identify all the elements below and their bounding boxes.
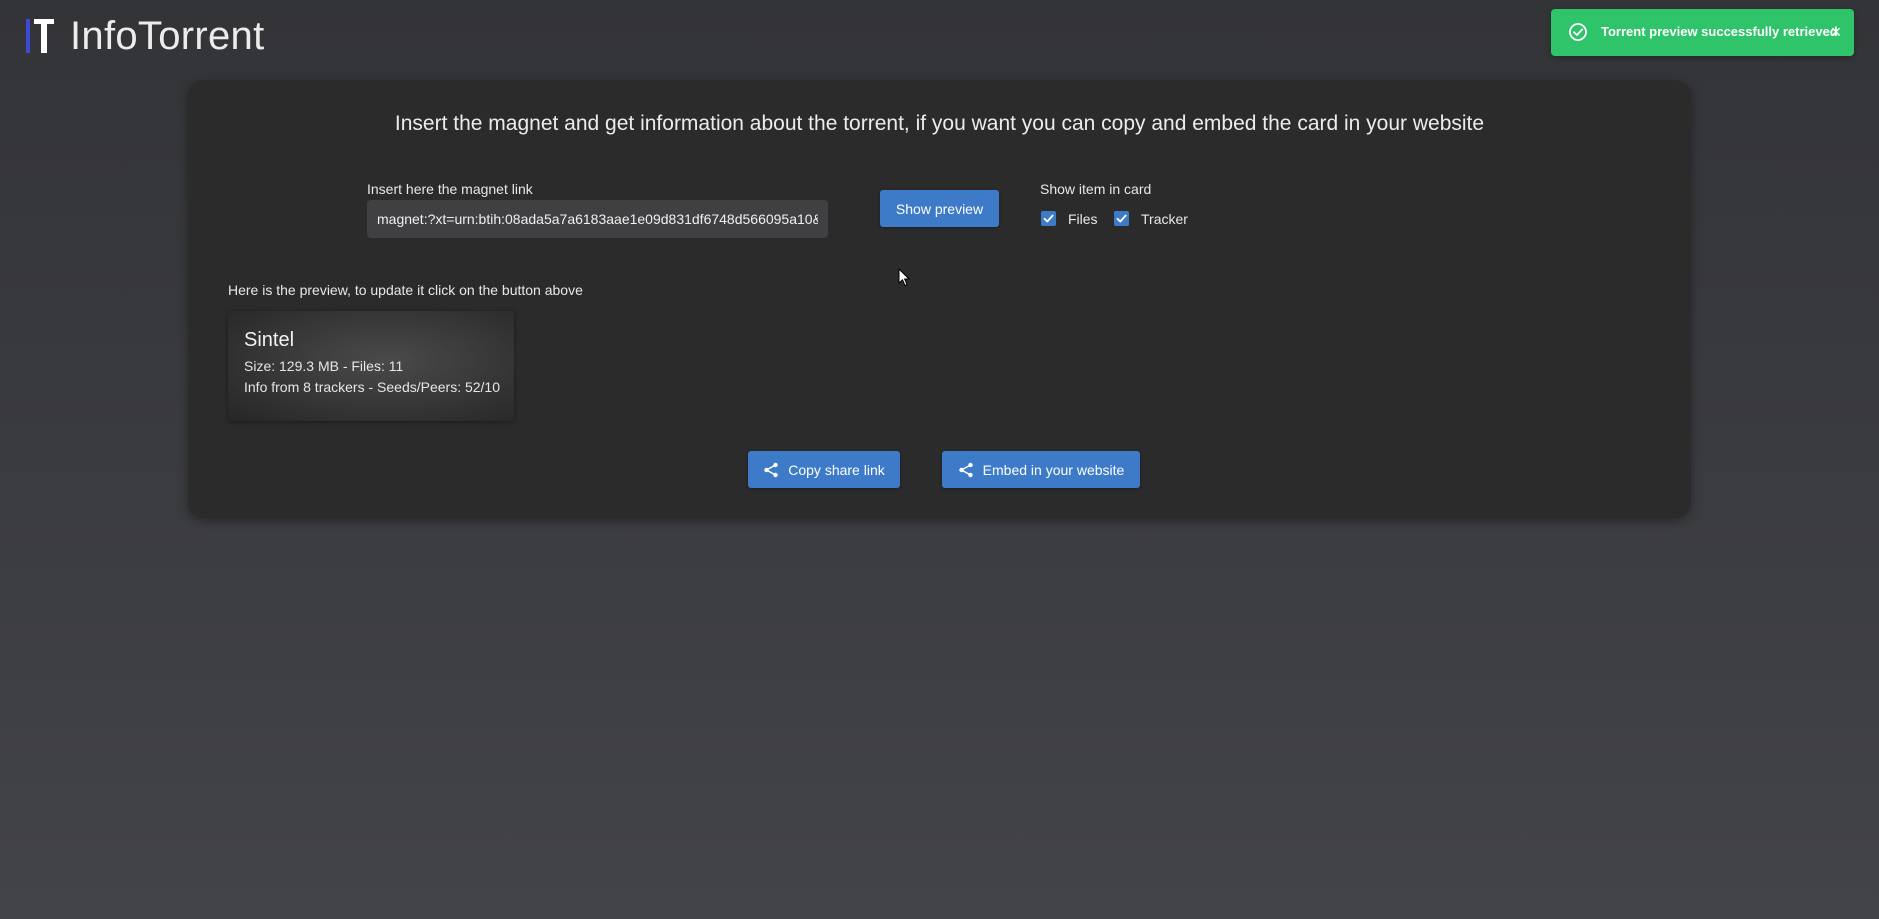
logo-mark-icon bbox=[26, 17, 54, 55]
mouse-cursor-icon bbox=[898, 268, 910, 287]
embed-website-button[interactable]: Embed in your website bbox=[942, 451, 1140, 488]
torrent-title: Sintel bbox=[244, 329, 295, 351]
preview-label: Here is the preview, to update it click … bbox=[228, 282, 583, 298]
page-headline: Insert the magnet and get information ab… bbox=[394, 112, 1485, 135]
app-logo[interactable]: InfoTorrent bbox=[26, 13, 265, 58]
embed-website-label: Embed in your website bbox=[982, 461, 1125, 478]
copy-share-link-button[interactable]: Copy share link bbox=[748, 451, 900, 488]
checkmark-icon bbox=[1043, 214, 1054, 223]
close-icon[interactable]: × bbox=[1827, 23, 1845, 41]
toast-message: Torrent preview successfully retrieved bbox=[1601, 24, 1838, 39]
magnet-field-label: Insert here the magnet link bbox=[367, 181, 533, 197]
show-preview-button[interactable]: Show preview bbox=[880, 190, 999, 227]
torrent-tracker-info: Info from 8 trackers - Seeds/Peers: 52/1… bbox=[244, 379, 501, 395]
tracker-checkbox-label[interactable]: Tracker bbox=[1141, 211, 1188, 227]
files-checkbox-label[interactable]: Files bbox=[1068, 211, 1098, 227]
copy-share-link-label: Copy share link bbox=[788, 461, 885, 478]
options-label: Show item in card bbox=[1040, 181, 1152, 197]
app-title: InfoTorrent bbox=[70, 13, 265, 58]
share-icon bbox=[764, 462, 778, 477]
torrent-size-info: Size: 129.3 MB - Files: 11 bbox=[244, 358, 404, 374]
torrent-preview-card: Sintel Size: 129.3 MB - Files: 11 Info f… bbox=[228, 311, 514, 421]
tracker-checkbox[interactable] bbox=[1114, 211, 1129, 226]
files-checkbox[interactable] bbox=[1041, 211, 1056, 226]
magnet-input[interactable] bbox=[367, 200, 828, 238]
check-circle-icon bbox=[1569, 23, 1587, 41]
share-icon bbox=[958, 462, 973, 477]
checkmark-icon bbox=[1116, 214, 1127, 223]
success-toast: Torrent preview successfully retrieved × bbox=[1551, 9, 1854, 56]
main-panel: Insert the magnet and get information ab… bbox=[188, 80, 1691, 518]
